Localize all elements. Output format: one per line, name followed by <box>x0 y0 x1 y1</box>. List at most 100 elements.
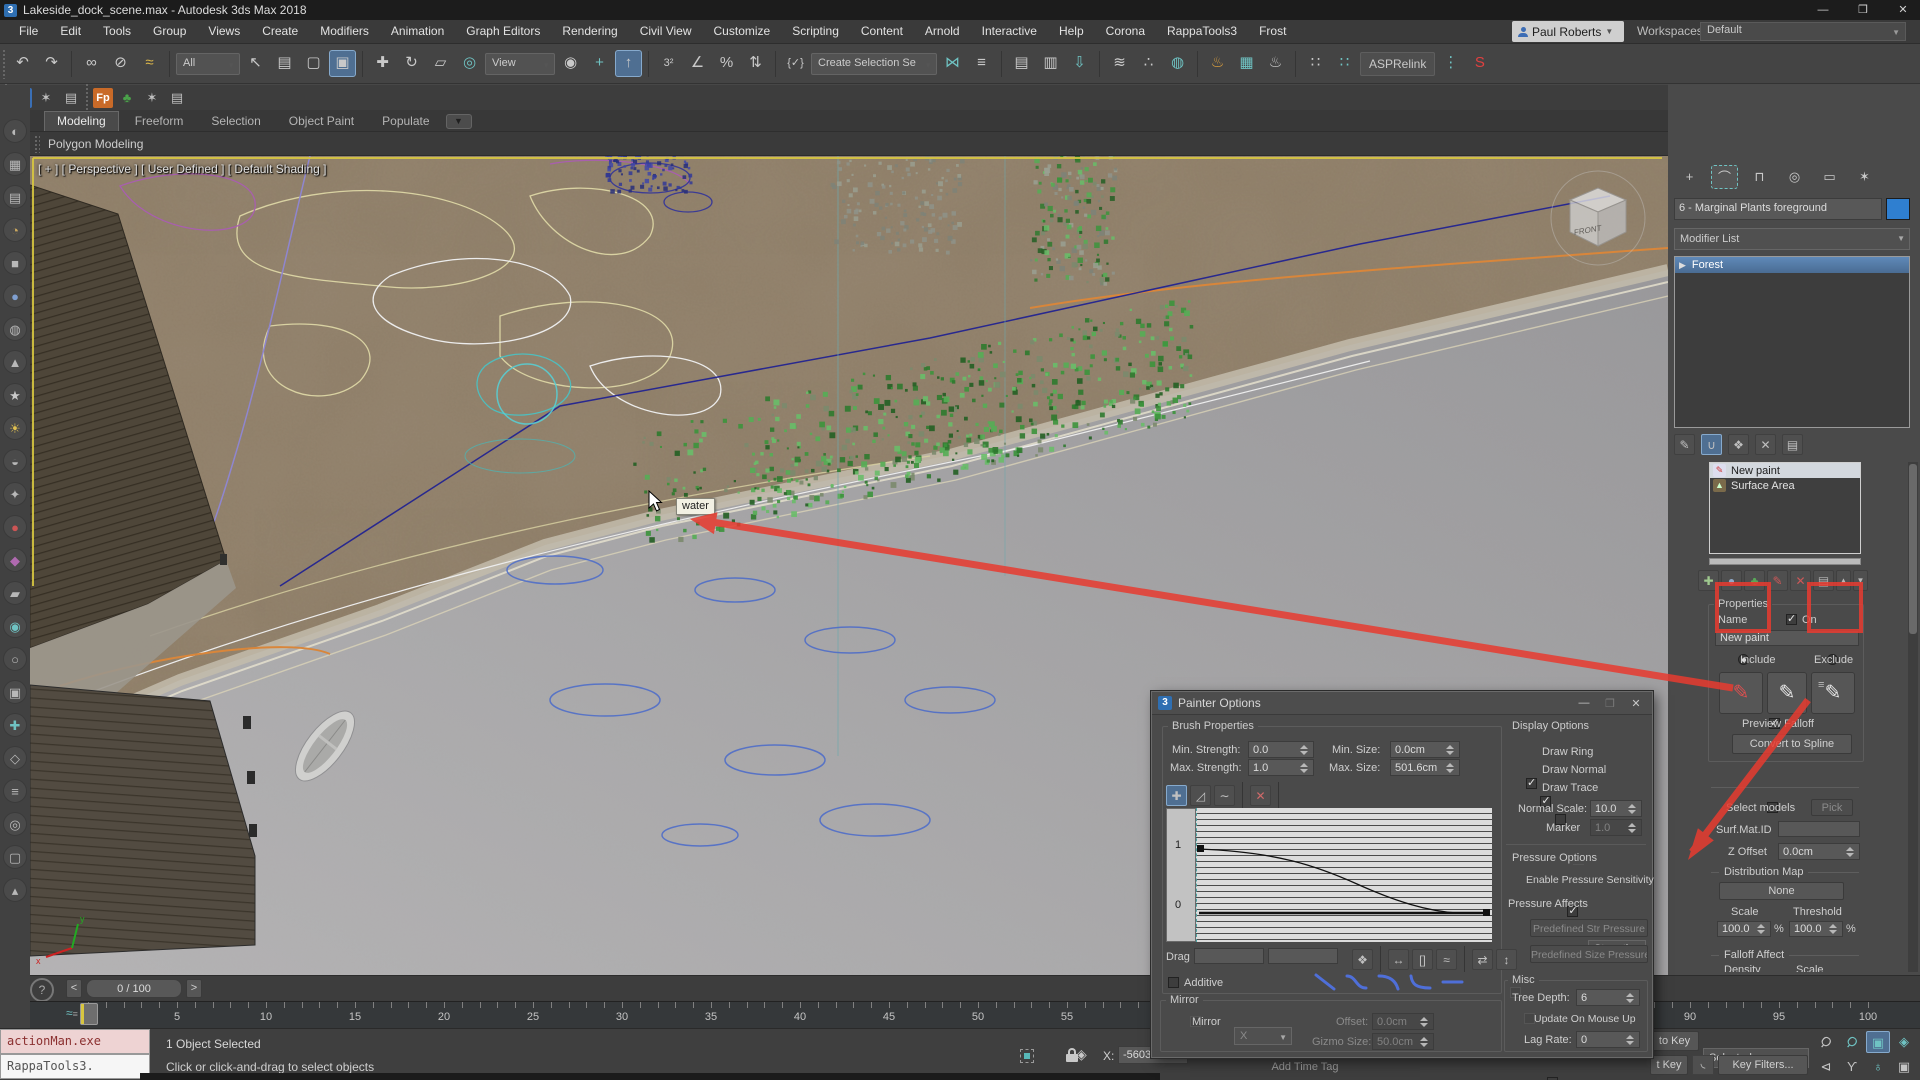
left-toolbar-icon-8[interactable]: ▲ <box>3 350 27 374</box>
max-size-spinner[interactable] <box>1444 763 1455 773</box>
delete-point-icon[interactable]: ✕ <box>1250 785 1271 806</box>
toggle-ribbon-icon[interactable]: ⇩ <box>1066 50 1093 77</box>
named-selection-dropdown[interactable]: Create Selection Se▼ <box>811 53 937 75</box>
toolbar-grip[interactable] <box>85 83 90 113</box>
walk-through-icon[interactable]: ϒ <box>1840 1056 1864 1078</box>
toolbar-grip[interactable] <box>2 49 7 79</box>
left-toolbar-icon-14[interactable]: ◆ <box>3 548 27 572</box>
left-toolbar-icon-24[interactable]: ▴ <box>3 878 27 902</box>
maximize-window-icon[interactable]: ❒ <box>1846 1 1880 19</box>
ribbon-tab-selection[interactable]: Selection <box>199 112 272 131</box>
draw-ring-checkbox[interactable] <box>1526 778 1537 789</box>
curve-editor-icon[interactable]: ≋ <box>1106 50 1133 77</box>
maximize-viewport-icon[interactable]: ▣ <box>1892 1056 1916 1078</box>
orbit-icon[interactable]: ♁ <box>1866 1056 1890 1078</box>
preset-smooth-falloff-icon[interactable] <box>1344 972 1370 992</box>
predefined-size-pressure-button[interactable]: Predefined Size Pressure <box>1530 945 1648 963</box>
falloff-curve-editor[interactable] <box>1196 808 1492 942</box>
left-toolbar-icon-4[interactable]: ◔ <box>3 218 27 242</box>
selection-region-icon[interactable]: ▢ <box>300 50 327 77</box>
menu-frost[interactable]: Frost <box>1248 20 1297 43</box>
ribbon-panel-strip[interactable]: Polygon Modeling <box>30 132 1668 156</box>
dist-scale-field[interactable]: 100.0 <box>1717 921 1771 937</box>
keyboard-override-icon[interactable]: ↑ <box>615 50 642 77</box>
menu-file[interactable]: File <box>8 20 49 43</box>
marker-field[interactable]: 1.0 <box>1590 819 1642 836</box>
z-offset-spinner[interactable] <box>1844 847 1855 857</box>
layer-explorer-icon[interactable]: ▤ <box>1008 50 1035 77</box>
grid-tools-icon[interactable]: ∷ <box>1331 50 1358 77</box>
max-size-field[interactable]: 501.6cm <box>1390 759 1460 776</box>
menu-help[interactable]: Help <box>1048 20 1095 43</box>
undo-icon[interactable]: ↶ <box>9 50 36 77</box>
modifier-stack[interactable]: ▶ Forest <box>1674 256 1910 428</box>
hierarchy-tab-icon[interactable]: ⊓ <box>1746 165 1773 189</box>
menu-edit[interactable]: Edit <box>49 20 92 43</box>
minimize-window-icon[interactable]: — <box>1806 1 1840 19</box>
ribbon-tab-object-paint[interactable]: Object Paint <box>277 112 366 131</box>
list-item-surface-area[interactable]: ▲ Surface Area <box>1710 478 1860 493</box>
asprelink-button[interactable]: ASPRelink <box>1360 52 1435 76</box>
maxscript-listener-line2[interactable]: RappaTools3. <box>0 1054 150 1079</box>
go-to-key-button[interactable]: to Key <box>1650 1031 1699 1051</box>
tree-depth-field[interactable]: 6 <box>1576 989 1640 1006</box>
menu-rappatools3[interactable]: RappaTools3 <box>1156 20 1248 43</box>
normal-scale-field[interactable]: 10.0 <box>1590 800 1642 817</box>
material-editor-icon[interactable]: ◍ <box>1164 50 1191 77</box>
paint-settings-button[interactable]: ≡✎ <box>1811 672 1855 714</box>
forest-list-icon[interactable]: ▤ <box>166 87 188 109</box>
z-offset-field[interactable]: 0.0cm <box>1778 843 1860 860</box>
left-toolbar-icon-17[interactable]: ○ <box>3 647 27 671</box>
frame-values-icon[interactable]: ≈ <box>1436 949 1457 970</box>
zoom-all-icon[interactable]: Ϙ <box>1836 1026 1869 1058</box>
dist-scale-spinner[interactable] <box>1755 924 1766 934</box>
left-toolbar-icon-10[interactable]: ☀ <box>3 416 27 440</box>
object-color-swatch[interactable] <box>1886 198 1910 220</box>
select-and-link-icon[interactable]: ∞ <box>78 50 105 77</box>
zoom-extents-selected-icon[interactable]: ▣ <box>1866 1031 1890 1053</box>
paint-areas-list[interactable]: ✎ New paint ▲ Surface Area <box>1709 462 1861 554</box>
min-strength-spinner[interactable] <box>1298 745 1309 755</box>
unlink-selection-icon[interactable]: ⊘ <box>107 50 134 77</box>
max-strength-field[interactable]: 1.0 <box>1248 759 1314 776</box>
menu-views[interactable]: Views <box>197 20 251 43</box>
show-end-result-icon[interactable]: ∪ <box>1701 434 1722 455</box>
menu-tools[interactable]: Tools <box>92 20 142 43</box>
menu-scripting[interactable]: Scripting <box>781 20 850 43</box>
convert-to-spline-button[interactable]: Convert to Spline <box>1732 734 1852 754</box>
modifier-list-dropdown[interactable]: Modifier List▼ <box>1674 228 1910 250</box>
lag-rate-field[interactable]: 0 <box>1576 1031 1640 1048</box>
forest-tree-icon[interactable]: ♣ <box>116 87 138 109</box>
schematic-view-icon[interactable]: ∴ <box>1135 50 1162 77</box>
select-and-place-icon[interactable]: ◎ <box>456 50 483 77</box>
paint-name-field[interactable]: New paint <box>1715 630 1859 646</box>
edit-named-selections-icon[interactable]: {✓} <box>782 50 809 77</box>
left-toolbar-icon-1[interactable]: ◐ <box>3 119 27 143</box>
panel-scrollbar-thumb[interactable] <box>1909 464 1917 634</box>
viewport-label[interactable]: [ + ] [ Perspective ] [ User Defined ] [… <box>38 162 326 176</box>
distribution-map-none-button[interactable]: None <box>1719 882 1844 900</box>
ribbon-tab-freeform[interactable]: Freeform <box>123 112 196 131</box>
forestpack-icon[interactable]: Fp <box>93 88 113 108</box>
sini-logo-icon[interactable]: S <box>1466 50 1493 77</box>
fit-horizontal-icon[interactable]: ⇄ <box>1472 949 1493 970</box>
current-frame-field[interactable]: 0 / 100 <box>86 979 182 998</box>
previous-frame-button[interactable]: < <box>66 979 82 998</box>
select-and-rotate-icon[interactable]: ↻ <box>398 50 425 77</box>
scene-explorer-icon[interactable]: ▥ <box>1037 50 1064 77</box>
ribbon-minimize-dropdown[interactable]: ▼ <box>446 114 472 129</box>
left-toolbar-icon-19[interactable]: ✚ <box>3 713 27 737</box>
left-toolbar-icon-22[interactable]: ◎ <box>3 812 27 836</box>
left-toolbar-icon-15[interactable]: ▰ <box>3 581 27 605</box>
select-object-icon[interactable]: ↖ <box>242 50 269 77</box>
delete-area-icon[interactable]: ✕ <box>1790 570 1811 591</box>
menu-interactive[interactable]: Interactive <box>971 20 1048 43</box>
ribbon-tab-modeling[interactable]: Modeling <box>44 111 119 131</box>
left-toolbar-icon-5[interactable]: ■ <box>3 251 27 275</box>
dialog-minimize-icon[interactable]: — <box>1574 697 1594 709</box>
min-strength-field[interactable]: 0.0 <box>1248 741 1314 758</box>
utilities-tab-icon[interactable]: ✶ <box>1851 165 1878 189</box>
list-horizontal-scrollbar[interactable] <box>1709 558 1861 565</box>
min-size-spinner[interactable] <box>1444 745 1455 755</box>
left-toolbar-icon-12[interactable]: ✦ <box>3 482 27 506</box>
